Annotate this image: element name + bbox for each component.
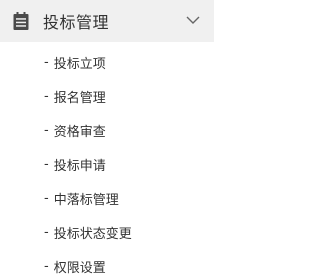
submenu-list: - 投标立项 - 报名管理 - 资格审查 - 投标申请 - 中落标管理 - 投标… [0, 45, 214, 278]
submenu-item-label: 中落标管理 [53, 192, 119, 208]
item-prefix: - [44, 122, 49, 138]
submenu-item-label: 投标立项 [53, 56, 106, 72]
chevron-down-icon[interactable] [186, 15, 200, 25]
sidebar-menu: 投标管理 - 投标立项 - 报名管理 - 资格审查 - 投标申请 - 中落标管理… [0, 0, 214, 278]
submenu-item-label: 报名管理 [53, 90, 106, 106]
menu-group-header[interactable]: 投标管理 [0, 0, 214, 42]
submenu-item-status-change[interactable]: - 投标状态变更 [0, 215, 214, 249]
item-prefix: - [44, 88, 49, 104]
submenu-item-qualification-review[interactable]: - 资格审查 [0, 113, 214, 147]
submenu-item-registration[interactable]: - 报名管理 [0, 79, 214, 113]
submenu-item-bid-project[interactable]: - 投标立项 [0, 45, 214, 79]
submenu-item-label: 权限设置 [53, 260, 106, 276]
item-prefix: - [44, 156, 49, 172]
item-prefix: - [44, 224, 49, 240]
submenu-item-label: 投标申请 [53, 158, 106, 174]
submenu-item-permissions[interactable]: - 权限设置 [0, 249, 214, 278]
document-icon [13, 12, 29, 30]
submenu-item-win-loss[interactable]: - 中落标管理 [0, 181, 214, 215]
item-prefix: - [44, 190, 49, 206]
submenu-item-label: 资格审查 [53, 124, 106, 140]
menu-group-title: 投标管理 [43, 13, 110, 32]
submenu-item-bid-application[interactable]: - 投标申请 [0, 147, 214, 181]
item-prefix: - [44, 54, 49, 70]
submenu-item-label: 投标状态变更 [53, 226, 132, 242]
item-prefix: - [44, 258, 49, 274]
